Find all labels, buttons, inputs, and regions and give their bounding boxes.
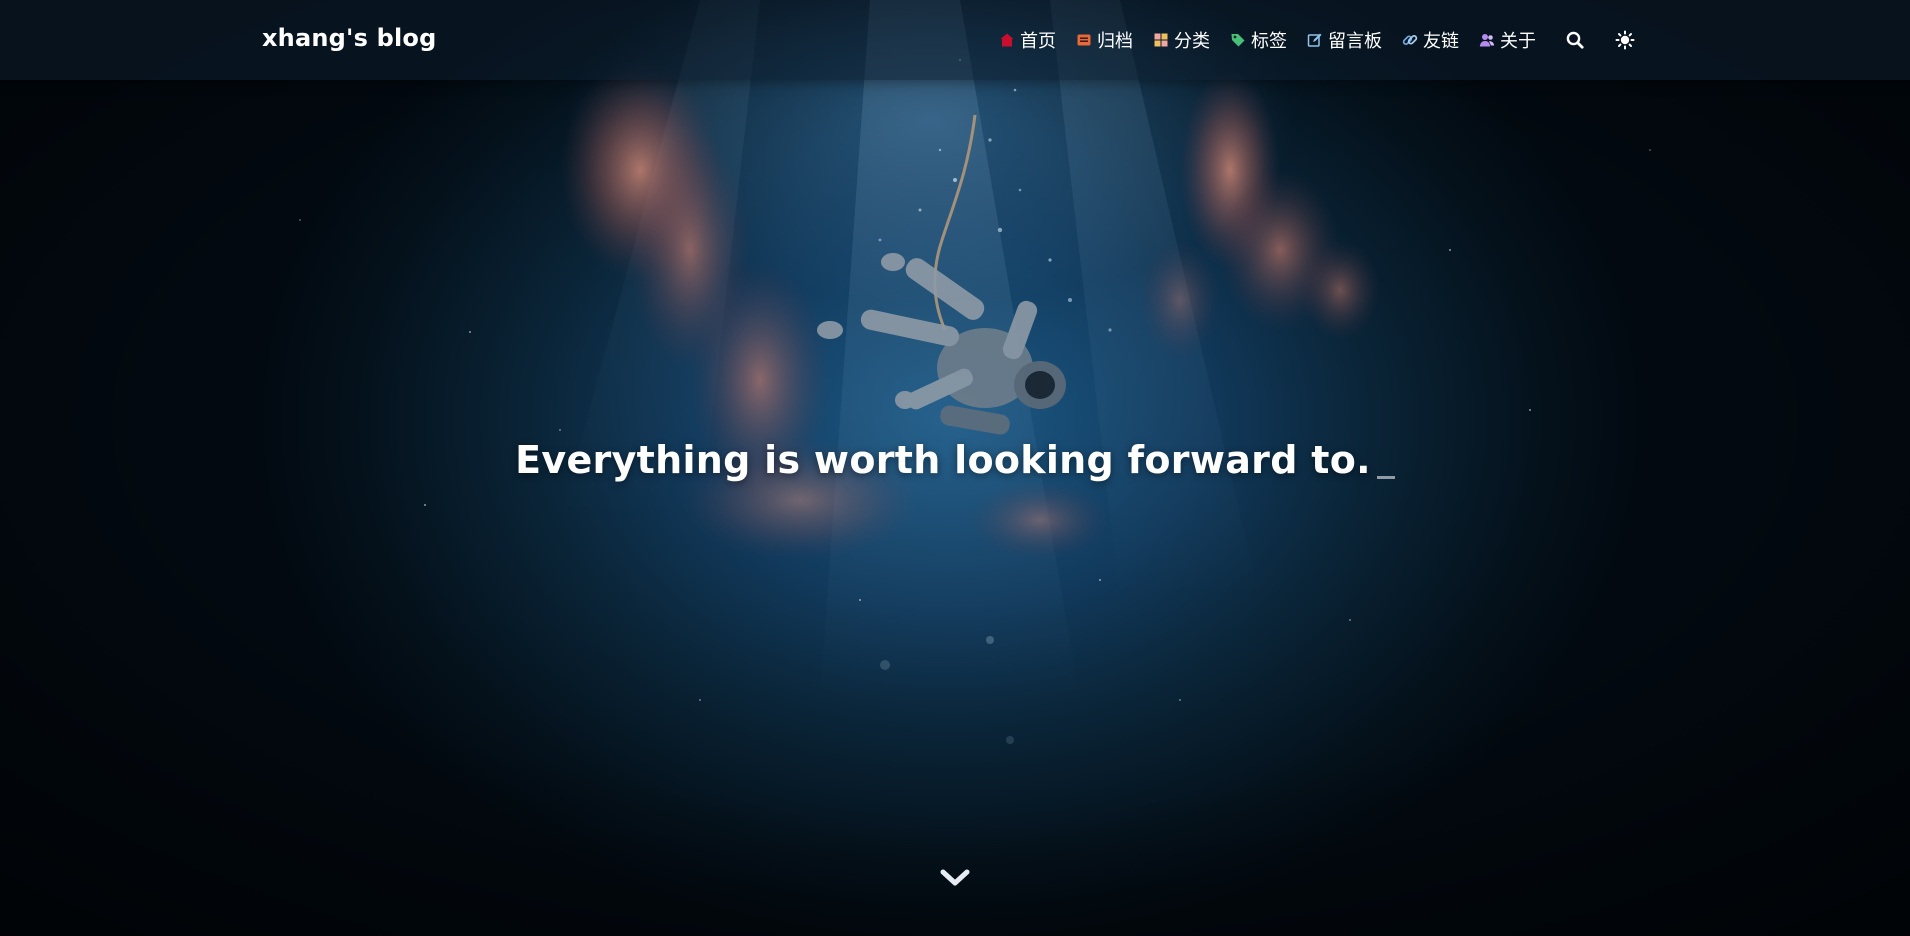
slogan-text: Everything is worth looking forward to. — [515, 438, 1371, 482]
nav-item-label: 分类 — [1174, 31, 1210, 52]
search-icon — [1566, 31, 1584, 49]
theme-toggle-button[interactable] — [1614, 29, 1636, 51]
nav-item-about[interactable]: 关于 — [1479, 27, 1536, 53]
nav-item-label: 首页 — [1020, 31, 1056, 52]
nav-item-category[interactable]: 分类 — [1153, 27, 1210, 53]
edit-icon — [1307, 32, 1323, 48]
archive-icon — [1076, 32, 1092, 48]
hero-banner: xhang's blog 首页 归档 分类 标签 留言板 友链 关于 Every… — [0, 0, 1910, 936]
nav-item-home[interactable]: 首页 — [999, 27, 1056, 53]
tag-icon — [1230, 32, 1246, 48]
nav-item-label: 友链 — [1423, 31, 1459, 52]
site-brand[interactable]: xhang's blog — [262, 24, 437, 52]
typing-cursor — [1376, 476, 1395, 479]
chevron-down-icon — [940, 869, 970, 886]
sun-icon — [1615, 30, 1635, 50]
nav-item-friends[interactable]: 友链 — [1402, 27, 1459, 53]
nav-menu: 首页 归档 分类 标签 留言板 友链 关于 — [979, 0, 1636, 80]
scroll-down-button[interactable] — [940, 866, 970, 890]
search-button[interactable] — [1564, 29, 1586, 51]
nav-item-label: 标签 — [1251, 31, 1287, 52]
nav-item-archive[interactable]: 归档 — [1076, 27, 1133, 53]
nav-item-label: 关于 — [1500, 31, 1536, 52]
category-icon — [1153, 32, 1169, 48]
link-icon — [1402, 32, 1418, 48]
home-icon — [999, 32, 1015, 48]
nav-item-label: 归档 — [1097, 31, 1133, 52]
nav-item-guestbook[interactable]: 留言板 — [1307, 27, 1382, 53]
nav-item-tags[interactable]: 标签 — [1230, 27, 1287, 53]
hero-slogan: Everything is worth looking forward to. — [0, 438, 1910, 482]
nav-item-label: 留言板 — [1328, 31, 1382, 52]
users-icon — [1479, 32, 1495, 48]
top-navbar: xhang's blog 首页 归档 分类 标签 留言板 友链 关于 — [0, 0, 1910, 80]
